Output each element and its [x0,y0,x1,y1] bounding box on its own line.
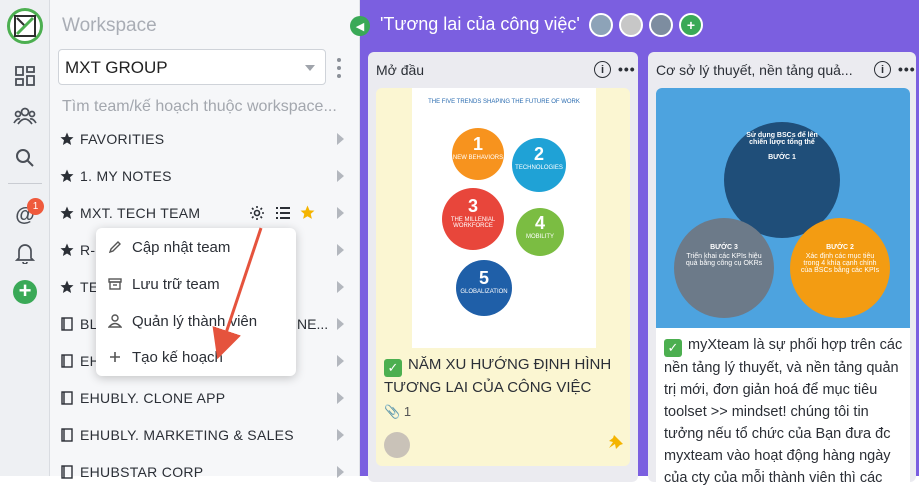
column-intro: Mở đầu i ••• THE FIVE TRENDS SHAPING THE… [368,52,638,482]
trend-2: 2 TECHNOLOGIES [512,138,566,192]
sidebar-item-tech-team[interactable]: MXT. TECH TEAM [50,195,360,231]
bell-icon[interactable] [13,241,37,265]
trend-4: 4 MOBILITY [516,208,564,256]
card-diagram: Sử dụng BSCs để lên chiến lược tổng thể … [656,88,910,328]
board-title[interactable]: 'Tương lai của công việc' [380,14,580,35]
sidebar-item-my-notes[interactable]: 1. MY NOTES [50,158,360,194]
app-rail: @ 1 + [0,0,50,476]
more-icon[interactable]: ••• [618,61,636,77]
avatar[interactable] [384,432,410,458]
star-icon [60,243,74,257]
team-context-menu: Cập nhật team Lưu trữ team Quản lý thành… [96,228,296,376]
sidebar-item-bl-suffix: NE... [297,316,329,332]
trend-5: 5 GLOBALIZATION [456,260,512,316]
column-title[interactable]: Mở đầu [376,62,424,78]
chevron-right-icon[interactable] [337,466,344,478]
more-icon[interactable]: ••• [898,61,916,77]
search-icon[interactable] [13,146,37,170]
card-title: ✓ NĂM XU HƯỚNG ĐỊNH HÌNH TƯƠNG LAI CỦA CÔ… [384,356,612,396]
gear-icon[interactable] [249,205,265,224]
column-theory: Cơ sở lý thuyết, nền tảng quả... i ••• S… [648,52,916,488]
sidebar-item-ehubstar[interactable]: EHUBSTAR CORP [50,454,360,490]
avatar[interactable] [589,13,613,37]
menu-item-manage-members[interactable]: Quản lý thành viên [96,303,296,339]
favorite-star-icon[interactable] [300,205,315,223]
diagram-step3: BƯỚC 3 Triển khai các KPIs hiệu quả bằng… [674,218,774,318]
menu-item-update-team[interactable]: Cập nhật team [96,229,296,265]
star-icon [60,169,74,183]
board-area: ◀ 'Tương lai của công việc' + Mở đầu i •… [350,0,919,488]
diagram-step2: BƯỚC 2 Xác định các mục tiêu trong 4 khí… [790,218,890,318]
collapse-sidebar-icon[interactable]: ◀ [350,16,370,36]
menu-item-archive-team[interactable]: Lưu trữ team [96,266,296,302]
workspace-more-icon[interactable] [336,58,342,78]
column-title[interactable]: Cơ sở lý thuyết, nền tảng quả... [656,62,866,78]
document-icon [60,354,74,368]
sidebar-item-favorities[interactable]: FAVORITIES [50,121,360,157]
checkbox-icon[interactable]: ✓ [384,359,402,377]
chevron-right-icon[interactable] [337,244,344,256]
chevron-right-icon[interactable] [337,355,344,367]
attachment-count: 📎 1 [384,404,412,419]
avatar[interactable] [619,13,643,37]
chevron-right-icon[interactable] [337,318,344,330]
paperclip-icon: 📎 [384,404,401,419]
info-icon[interactable]: i [874,61,891,78]
document-icon [60,317,74,331]
card-infographic: THE FIVE TRENDS SHAPING THE FUTURE OF WO… [412,88,596,348]
chevron-right-icon[interactable] [337,207,344,219]
pencil-icon [108,240,122,254]
chevron-right-icon[interactable] [337,429,344,441]
archive-icon [108,277,122,291]
sidebar-item-marketing-sales[interactable]: EHUBLY. MARKETING & SALES [50,417,360,453]
user-icon [107,314,123,328]
pin-icon[interactable] [608,434,624,455]
menu-item-create-plan[interactable]: Tạo kế hoạch [96,339,296,375]
plus-icon [108,350,122,364]
avatar[interactable] [649,13,673,37]
document-icon [60,428,74,442]
infographic-header: THE FIVE TRENDS SHAPING THE FUTURE OF WO… [428,99,580,105]
trend-3: 3 THE MILLENIAL WORKFORCE [442,188,504,250]
rail-divider [8,183,42,184]
chevron-right-icon[interactable] [337,392,344,404]
workspace-select[interactable]: MXT GROUP [58,49,326,85]
sidebar-item-clone-app[interactable]: EHUBLY. CLONE APP [50,380,360,416]
add-icon[interactable]: + [13,280,37,304]
card-description: ✓ myXteam là sự phối hợp trên các nền tản… [664,337,903,486]
card[interactable]: Sử dụng BSCs để lên chiến lược tổng thể … [656,88,910,488]
team-icon[interactable] [13,104,37,128]
star-icon [60,132,74,146]
dashboard-icon[interactable] [13,64,37,88]
workspace-select-value: MXT GROUP [65,58,168,77]
chevron-right-icon[interactable] [337,281,344,293]
chevron-right-icon[interactable] [337,133,344,145]
chevron-down-icon [305,65,315,71]
info-icon[interactable]: i [594,61,611,78]
notification-badge: 1 [27,198,44,215]
chevron-right-icon[interactable] [337,170,344,182]
card[interactable]: THE FIVE TRENDS SHAPING THE FUTURE OF WO… [376,88,630,466]
star-icon [60,206,74,220]
add-member-icon[interactable]: + [679,13,703,37]
document-icon [60,465,74,479]
workspace-title: Workspace [62,15,157,36]
team-search-input[interactable]: Tìm team/kế hoạch thuộc workspace... [62,98,337,116]
star-icon [60,280,74,294]
list-icon[interactable] [276,206,290,222]
app-logo[interactable] [7,8,43,44]
trend-1: 1 NEW BEHAVIORS [452,128,504,180]
checkbox-icon[interactable]: ✓ [664,339,682,357]
document-icon [60,391,74,405]
